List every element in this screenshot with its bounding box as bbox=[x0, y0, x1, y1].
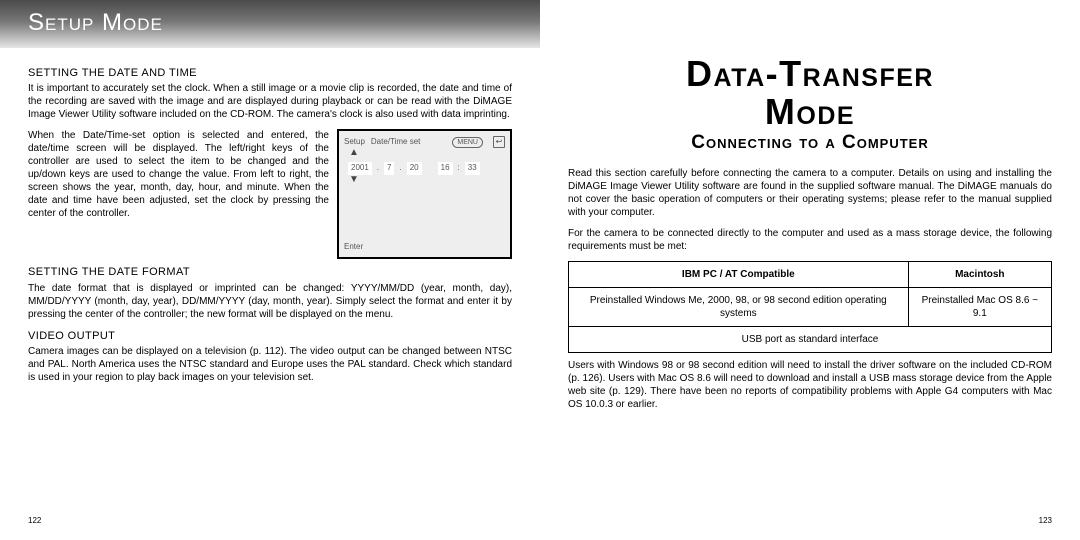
td-usb: USB port as standard interface bbox=[569, 327, 1052, 353]
lcd-year: 2001 bbox=[348, 162, 372, 174]
right-para3: Users with Windows 98 or 98 second editi… bbox=[568, 359, 1052, 411]
right-page: Data-Transfer Mode Connecting to a Compu… bbox=[540, 0, 1080, 540]
heading-date-format: Setting the Date Format bbox=[28, 265, 512, 279]
page-spread: Setup Mode Setting the Date and Time It … bbox=[0, 0, 1080, 540]
para-date-format: The date format that is displayed or imp… bbox=[28, 282, 512, 321]
lcd-colon: : bbox=[458, 163, 460, 173]
th-mac: Macintosh bbox=[908, 262, 1051, 288]
para-video-output: Camera images can be displayed on a tele… bbox=[28, 345, 512, 384]
lcd-enter: Enter bbox=[344, 242, 363, 252]
chapter-title-a: Data-Transfer bbox=[568, 55, 1052, 93]
lcd-minute: 33 bbox=[465, 162, 480, 174]
lcd-setup-label: Setup bbox=[344, 137, 365, 147]
lcd-month: 7 bbox=[384, 162, 394, 174]
lcd-sep: . bbox=[377, 163, 379, 173]
compat-table: IBM PC / AT Compatible Macintosh Preinst… bbox=[568, 261, 1052, 353]
lcd-hour: 16 bbox=[438, 162, 453, 174]
lcd-figure: Setup Date/Time set MENU ↩ ▲ 2001 . 7 . … bbox=[337, 129, 512, 259]
right-para2: For the camera to be connected directly … bbox=[568, 227, 1052, 253]
para-date-time: It is important to accurately set the cl… bbox=[28, 82, 512, 121]
td-mac: Preinstalled Mac OS 8.6 ~ 9.1 bbox=[908, 288, 1051, 327]
lcd-sep2: . bbox=[399, 163, 401, 173]
left-page: Setup Mode Setting the Date and Time It … bbox=[0, 0, 540, 540]
chapter-subtitle: Connecting to a Computer bbox=[568, 131, 1052, 156]
lcd-menu-label: MENU bbox=[452, 137, 483, 148]
heading-video-output: Video Output bbox=[28, 329, 512, 343]
th-pc: IBM PC / AT Compatible bbox=[569, 262, 909, 288]
lcd-values: 2001 . 7 . 20 16 : 33 bbox=[344, 162, 505, 174]
chapter-title-b: Mode bbox=[568, 93, 1052, 131]
lcd-header: Setup Date/Time set MENU ↩ bbox=[344, 136, 505, 148]
lcd-mode-label: Date/Time set bbox=[371, 137, 421, 147]
row-lcd: When the Date/Time-set option is selecte… bbox=[28, 129, 512, 259]
section-header: Setup Mode bbox=[0, 0, 540, 48]
left-content: Setting the Date and Time It is importan… bbox=[28, 0, 512, 384]
page-number-right: 123 bbox=[1039, 516, 1052, 526]
return-icon: ↩ bbox=[493, 136, 505, 148]
down-arrow-icon: ▼ bbox=[344, 175, 360, 185]
right-para1: Read this section carefully before conne… bbox=[568, 167, 1052, 219]
td-pc: Preinstalled Windows Me, 2000, 98, or 98… bbox=[569, 288, 909, 327]
heading-date-time: Setting the Date and Time bbox=[28, 66, 512, 80]
para-lcd-desc: When the Date/Time-set option is selecte… bbox=[28, 129, 329, 251]
lcd-day: 20 bbox=[407, 162, 422, 174]
section-title: Setup Mode bbox=[28, 9, 163, 36]
page-number-left: 122 bbox=[28, 516, 41, 526]
up-arrow-icon: ▲ bbox=[344, 148, 360, 158]
